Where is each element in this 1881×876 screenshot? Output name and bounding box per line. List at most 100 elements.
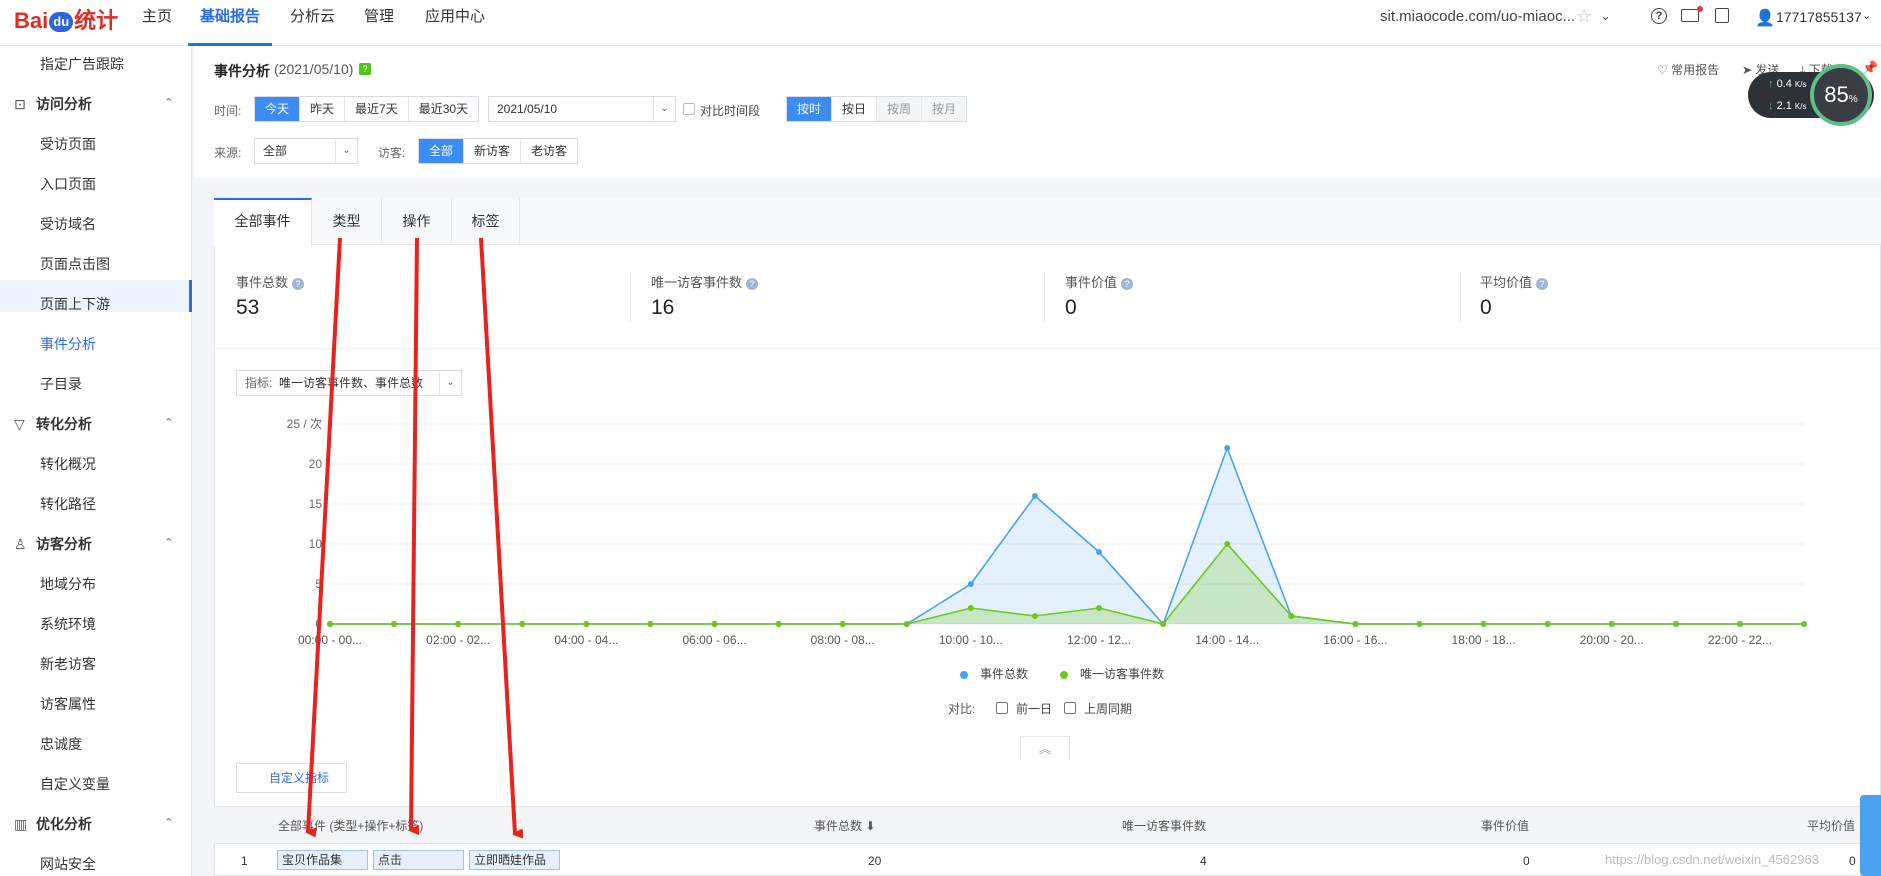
sidebar-group-optimize[interactable]: ▥ 优化分析 xyxy=(14,814,92,834)
sidebar-item-system-env[interactable]: 系统环境 xyxy=(40,614,96,634)
sidebar-item-site-security[interactable]: 网站安全 xyxy=(40,854,96,874)
chevron-up-icon[interactable]: ⌃ xyxy=(164,416,173,429)
baidu-tongji-logo[interactable]: Bai du 统计 xyxy=(14,6,118,36)
compare-last-week-checkbox[interactable] xyxy=(1064,702,1076,714)
source-select[interactable]: 全部 ⌄ xyxy=(254,138,358,164)
time-yesterday-button[interactable]: 昨天 xyxy=(300,97,346,121)
data-point xyxy=(775,621,782,627)
page-date: (2021/05/10) xyxy=(274,61,354,77)
column-header-value[interactable]: 事件价值 xyxy=(1481,817,1529,834)
logo-text-tongji: 统计 xyxy=(74,8,119,33)
tab-label[interactable]: 标签 xyxy=(452,198,520,245)
sidebar-item-event-analysis[interactable]: 事件分析 xyxy=(40,334,96,354)
star-icon[interactable]: ☆ xyxy=(1576,6,1592,27)
time-today-button[interactable]: 今天 xyxy=(255,97,301,121)
sidebar-item-conversion-path[interactable]: 转化路径 xyxy=(40,494,96,514)
sidebar-item-entry-pages[interactable]: 入口页面 xyxy=(40,174,96,194)
user-name[interactable]: 17717855137 xyxy=(1776,9,1862,25)
by-day-button[interactable]: 按日 xyxy=(832,97,878,121)
by-hour-button[interactable]: 按时 xyxy=(787,97,833,121)
metric-select[interactable]: 指标: 唯一访客事件数、事件总数 ⌄ xyxy=(236,370,462,396)
sidebar-item-visitor-attributes[interactable]: 访客属性 xyxy=(40,694,96,714)
custom-metric-button[interactable]: 自定义指标 xyxy=(236,763,347,793)
date-value: 2021/05/10 xyxy=(497,102,558,116)
column-header-event[interactable]: 全部事件 (类型+操作+标签) xyxy=(278,817,423,834)
nav-analysis-cloud[interactable]: 分析云 xyxy=(290,0,335,46)
column-header-unique[interactable]: 唯一访客事件数 xyxy=(1122,817,1206,834)
event-label-tag[interactable]: 立即晒娃作品 xyxy=(469,850,560,870)
top-navbar xyxy=(0,0,1881,46)
kpi-value-event-value: 0 xyxy=(1065,296,1077,319)
sidebar-group-visitor[interactable]: ♙ 访客分析 xyxy=(14,534,92,554)
help-icon[interactable]: ? xyxy=(359,63,371,75)
sidebar-item-page-flow[interactable]: 页面上下游 xyxy=(40,294,110,314)
sidebar-item-new-returning[interactable]: 新老访客 xyxy=(40,654,96,674)
chevron-down-icon[interactable]: ⌄ xyxy=(1862,9,1871,22)
nav-manage[interactable]: 管理 xyxy=(364,0,394,46)
sidebar-item-subdirectory[interactable]: 子目录 xyxy=(40,374,82,394)
compare-prev-day-checkbox[interactable] xyxy=(996,702,1008,714)
sidebar-group-conversion[interactable]: ▽ 转化分析 xyxy=(14,414,92,434)
copy-icon[interactable] xyxy=(1715,8,1729,23)
help-icon[interactable]: ? xyxy=(1536,277,1549,290)
help-icon[interactable]: ? xyxy=(292,277,305,290)
pin-icon[interactable]: 📌 xyxy=(1862,60,1878,76)
floating-feedback-tab[interactable] xyxy=(1860,795,1881,876)
help-icon[interactable]: ? xyxy=(746,277,759,290)
mail-icon[interactable] xyxy=(1681,9,1699,22)
help-icon[interactable]: ? xyxy=(1121,277,1134,290)
sort-down-icon[interactable]: ⬇ xyxy=(865,819,875,833)
person-icon: ♙ xyxy=(14,536,27,552)
sidebar-item-loyalty[interactable]: 忠诚度 xyxy=(40,734,82,754)
legend-item-unique[interactable]: 唯一访客事件数 xyxy=(1060,665,1164,682)
site-selector[interactable]: sit.miaocode.com/uo-miaoc... xyxy=(1380,8,1575,25)
chevron-down-icon[interactable]: ⌄ xyxy=(1600,8,1611,24)
by-month-button[interactable]: 按月 xyxy=(922,97,967,121)
sidebar-group-visit[interactable]: ⊡ 访问分析 xyxy=(14,94,92,114)
kpi-value-unique: 16 xyxy=(651,296,675,319)
compare-label: 对比: xyxy=(948,702,976,716)
user-icon[interactable]: 👤 xyxy=(1755,8,1775,28)
chevron-up-icon[interactable]: ⌃ xyxy=(164,816,173,829)
date-picker[interactable]: 2021/05/10 ⌄ xyxy=(488,96,676,122)
legend-item-total[interactable]: 事件总数 xyxy=(960,665,1028,682)
legend-dot xyxy=(960,670,968,679)
tab-all-events[interactable]: 全部事件 xyxy=(214,198,312,246)
tab-type[interactable]: 类型 xyxy=(312,198,382,245)
sidebar-item-custom-variables[interactable]: 自定义变量 xyxy=(40,774,110,794)
tab-action[interactable]: 操作 xyxy=(382,198,452,245)
favorite-report-link[interactable]: ♡ 常用报告 xyxy=(1657,61,1719,78)
event-type-tag[interactable]: 宝贝作品集 xyxy=(277,850,368,870)
visitor-all-button[interactable]: 全部 xyxy=(419,139,465,163)
visitor-new-button[interactable]: 新访客 xyxy=(464,139,522,163)
collapse-chart-button[interactable]: ︽ xyxy=(1020,736,1070,760)
sidebar-item-region[interactable]: 地域分布 xyxy=(40,574,96,594)
sidebar-item-visited-domains[interactable]: 受访域名 xyxy=(40,214,96,234)
compare-period-checkbox[interactable] xyxy=(683,103,695,115)
data-point xyxy=(391,621,398,627)
visitor-type-group: 全部 新访客 老访客 xyxy=(418,138,579,164)
help-icon[interactable]: ? xyxy=(1651,8,1667,24)
sidebar-item-visited-pages[interactable]: 受访页面 xyxy=(40,134,96,154)
sidebar-item-click-map[interactable]: 页面点击图 xyxy=(40,254,110,274)
nav-app-center[interactable]: 应用中心 xyxy=(425,0,485,46)
data-point xyxy=(455,621,462,627)
sidebar-item-ad-tracking[interactable]: 指定广告跟踪 xyxy=(40,54,124,74)
event-action-tag[interactable]: 点击 xyxy=(373,850,464,870)
sidebar-item-conversion-overview[interactable]: 转化概况 xyxy=(40,454,96,474)
chevron-up-icon[interactable]: ⌃ xyxy=(164,536,173,549)
time-7days-button[interactable]: 最近7天 xyxy=(345,97,409,121)
column-header-total[interactable]: 事件总数 ⬇ xyxy=(814,817,875,834)
chevron-up-icon[interactable]: ⌃ xyxy=(164,96,173,109)
cpu-usage-ring: 85% xyxy=(1810,64,1872,126)
data-point xyxy=(1352,621,1359,627)
time-30days-button[interactable]: 最近30天 xyxy=(409,97,478,121)
nav-basic-report[interactable]: 基础报告 xyxy=(188,0,272,46)
data-point xyxy=(1224,541,1231,547)
nav-home[interactable]: 主页 xyxy=(142,0,172,46)
data-point xyxy=(1416,621,1423,627)
visitor-returning-button[interactable]: 老访客 xyxy=(521,139,577,163)
by-week-button[interactable]: 按周 xyxy=(877,97,923,121)
data-point xyxy=(711,621,718,627)
column-header-avg[interactable]: 平均价值 xyxy=(1807,817,1855,834)
